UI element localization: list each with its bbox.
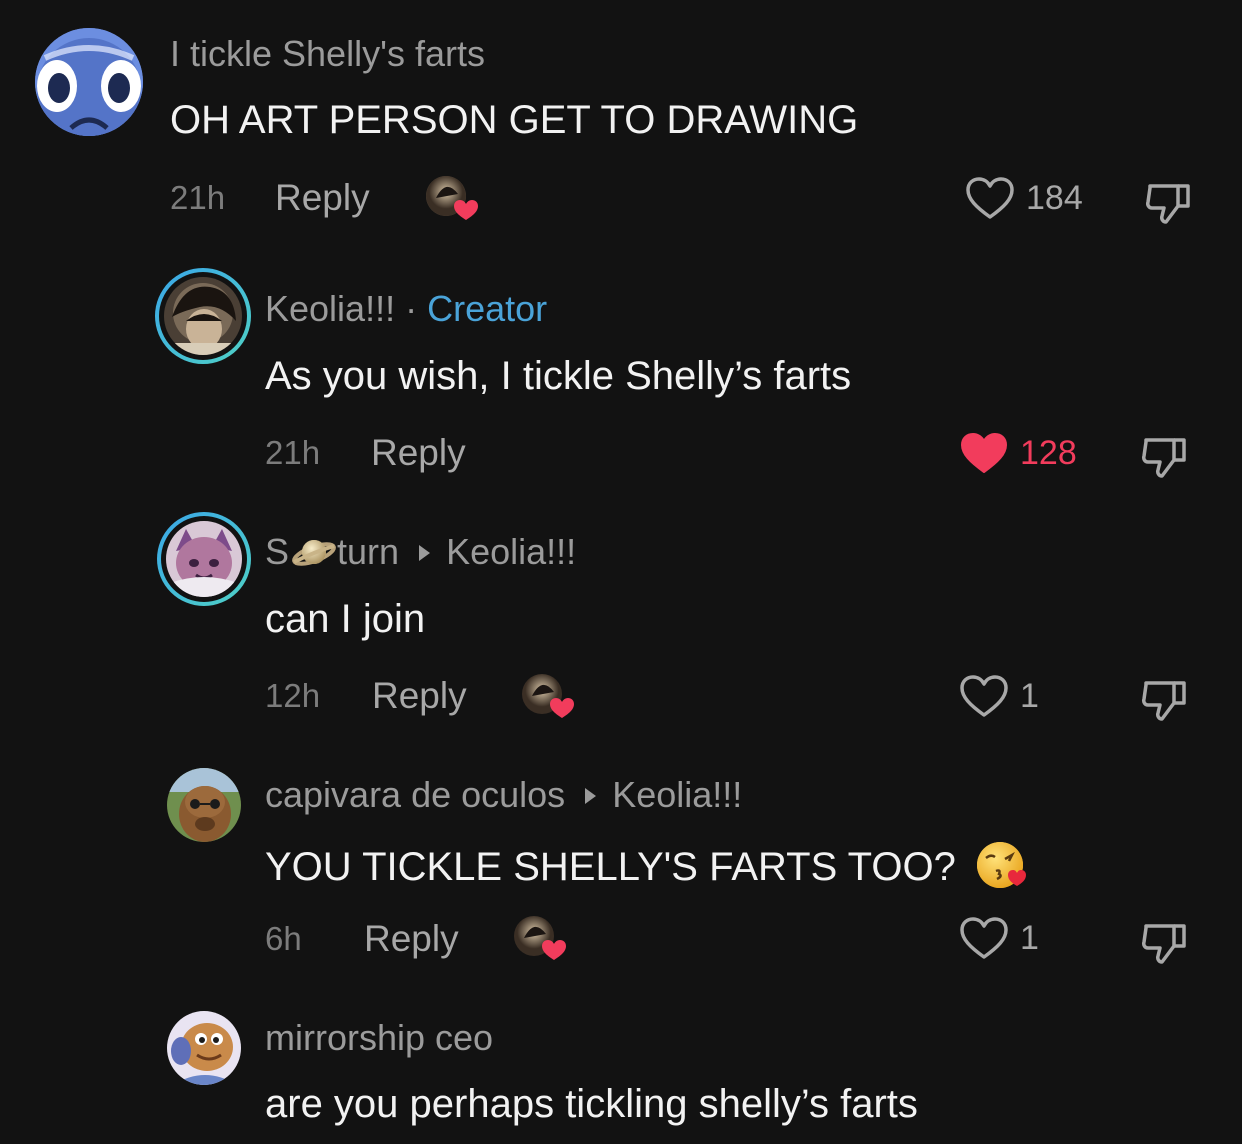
comment-username-line: S turn Keolia!!! [265, 532, 576, 572]
like-count: 184 [1026, 178, 1083, 217]
comment-timestamp: 21h [170, 179, 226, 216]
avatar[interactable] [167, 768, 241, 842]
like-button[interactable]: 128 [958, 431, 1077, 475]
heart-filled-icon [961, 433, 1007, 473]
heart-outline-icon [960, 675, 1008, 717]
dislike-button[interactable] [1142, 176, 1194, 228]
thumbs-down-icon [1142, 681, 1186, 721]
heart-outline-icon [966, 177, 1014, 219]
comment-username[interactable]: I tickle Shelly's farts [170, 34, 485, 74]
reply-button[interactable]: Reply [275, 178, 370, 218]
like-button[interactable]: 1 [958, 916, 1039, 960]
face-blowing-kiss-emoji-icon [976, 842, 1026, 888]
like-button[interactable]: 1 [958, 674, 1039, 718]
creator-avatar-image [164, 277, 242, 355]
heart-outline-icon [960, 917, 1008, 959]
creator-liked-icon [514, 916, 566, 960]
dislike-button[interactable] [1138, 916, 1190, 968]
comment-timestamp: 6h [265, 920, 302, 957]
creator-liked-icon [426, 176, 478, 220]
thumbs-down-icon [1142, 438, 1186, 478]
creator-badge: Creator [427, 288, 548, 329]
reply-button[interactable]: Reply [372, 676, 467, 716]
separator-dot: · [405, 288, 418, 329]
reply-button[interactable]: Reply [364, 919, 459, 959]
comment-username[interactable]: capivara de oculos [265, 774, 565, 815]
like-count: 1 [1020, 918, 1039, 957]
dislike-button[interactable] [1138, 430, 1190, 482]
comment-text: can I join [265, 597, 426, 641]
like-count: 1 [1020, 676, 1039, 715]
reply-to-username[interactable]: Keolia!!! [612, 774, 742, 815]
username-part: S [265, 531, 290, 572]
comment-text: are you perhaps tickling shelly’s farts [265, 1082, 918, 1126]
comment-username[interactable]: mirrorship ceo [265, 1018, 493, 1058]
pink-character-avatar-image [166, 521, 242, 597]
comment-text-line: YOU TICKLE SHELLY'S FARTS TOO? [265, 838, 1029, 892]
like-count: 128 [1020, 433, 1077, 472]
reply-arrow-icon [419, 544, 431, 561]
thumbs-down-icon [1146, 184, 1190, 224]
comment-username[interactable]: S turn [265, 531, 399, 572]
comment-username-line: capivara de oculos Keolia!!! [265, 775, 742, 815]
cartoon-character-avatar-image [167, 1011, 241, 1085]
comment-text: As you wish, I tickle Shelly’s farts [265, 354, 852, 398]
reply-button[interactable]: Reply [371, 433, 466, 473]
blue-creature-avatar-image [35, 28, 143, 136]
avatar[interactable] [155, 268, 251, 364]
comment-text: OH ART PERSON GET TO DRAWING [170, 98, 859, 142]
avatar[interactable] [167, 1011, 241, 1085]
reply-arrow-icon [585, 787, 597, 804]
saturn-emoji-icon [292, 540, 336, 566]
creator-liked-icon [522, 674, 574, 718]
comment-timestamp: 21h [265, 434, 321, 471]
avatar[interactable] [35, 28, 143, 136]
reply-to-username[interactable]: Keolia!!! [446, 531, 576, 572]
like-button[interactable]: 184 [964, 176, 1083, 220]
capybara-avatar-image [167, 768, 241, 842]
comment-timestamp: 12h [265, 677, 321, 714]
username-part: turn [337, 531, 400, 572]
comment-username[interactable]: Keolia!!! [265, 288, 395, 329]
thumbs-down-icon [1142, 924, 1186, 964]
comment-username-line: Keolia!!! · Creator [265, 289, 547, 329]
avatar[interactable] [157, 512, 251, 606]
comment-text: YOU TICKLE SHELLY'S FARTS TOO? [265, 845, 956, 889]
dislike-button[interactable] [1138, 673, 1190, 725]
